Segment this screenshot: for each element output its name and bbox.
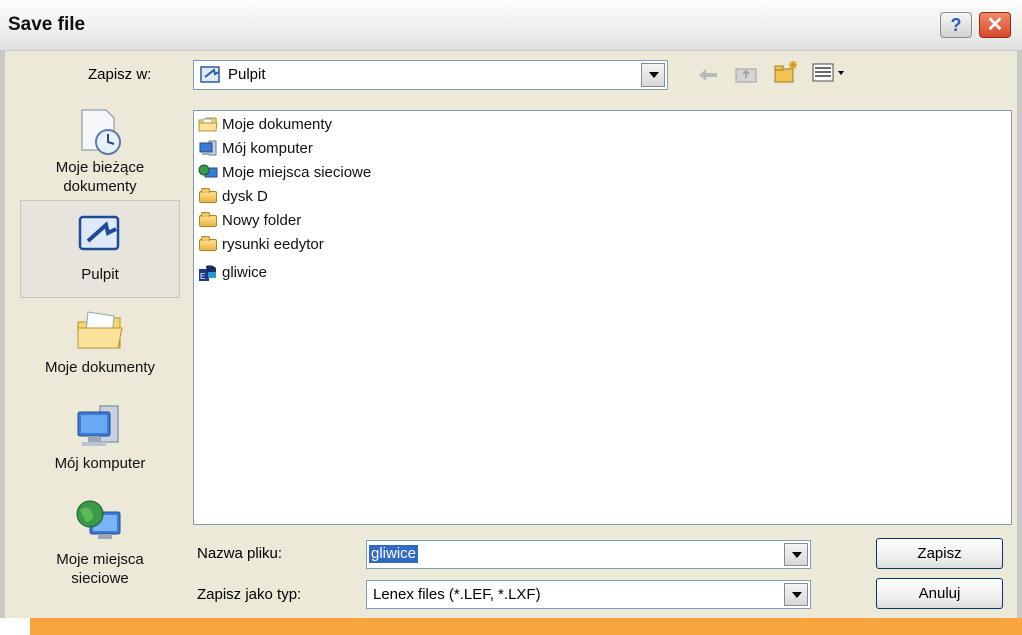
close-button[interactable]: ✕ bbox=[979, 12, 1011, 38]
new-folder-icon[interactable] bbox=[773, 60, 799, 84]
lenex-file-icon: E bbox=[198, 264, 218, 281]
place-network-places[interactable]: Moje miejsca sieciowe bbox=[20, 492, 180, 602]
filetype-dropdown-button[interactable] bbox=[784, 583, 808, 606]
list-item[interactable]: Mój komputer bbox=[198, 137, 313, 159]
save-in-dropdown[interactable]: Pulpit bbox=[193, 60, 668, 90]
list-item[interactable]: dysk D bbox=[198, 185, 268, 207]
network-places-icon bbox=[198, 164, 218, 180]
save-in-value: Pulpit bbox=[228, 66, 266, 83]
window-frame-right bbox=[1017, 50, 1022, 618]
dialog-title: Save file bbox=[8, 14, 86, 35]
recent-documents-icon bbox=[74, 106, 126, 158]
place-label: Mój komputer bbox=[54, 455, 146, 472]
place-label: dokumenty bbox=[63, 178, 137, 195]
desktop-icon bbox=[200, 66, 220, 83]
filetype-label: Zapisz jako typ: bbox=[197, 586, 302, 603]
file-list[interactable]: Moje dokumenty Mój komputer Moje miejsca… bbox=[193, 110, 1012, 525]
folder-icon bbox=[199, 212, 217, 227]
save-button[interactable]: Zapisz bbox=[876, 538, 1003, 569]
accent-bar bbox=[30, 618, 1022, 635]
my-documents-icon bbox=[198, 116, 218, 132]
folder-icon bbox=[199, 236, 217, 251]
help-button[interactable]: ? bbox=[940, 12, 972, 38]
place-desktop[interactable]: Pulpit bbox=[20, 200, 180, 298]
save-file-dialog: Save file ? ✕ Zapisz w: Pulpit Moje bież… bbox=[0, 0, 1022, 618]
file-name: Moje dokumenty bbox=[222, 115, 333, 133]
place-my-documents[interactable]: Moje dokumenty bbox=[20, 300, 180, 390]
file-name: gliwice bbox=[222, 263, 268, 281]
cancel-button[interactable]: Anuluj bbox=[876, 578, 1003, 609]
list-item[interactable]: Moje dokumenty bbox=[198, 113, 332, 135]
list-item[interactable]: Nowy folder bbox=[198, 209, 301, 231]
my-computer-icon bbox=[74, 402, 126, 454]
place-label: Pulpit bbox=[81, 266, 119, 283]
my-documents-icon bbox=[74, 306, 126, 358]
place-label: Moje miejsca bbox=[56, 551, 144, 568]
place-recent-documents[interactable]: Moje bieżące dokumenty bbox=[20, 100, 180, 200]
window-frame-left bbox=[0, 50, 5, 618]
network-places-icon bbox=[74, 498, 126, 550]
my-computer-icon bbox=[198, 140, 218, 156]
svg-text:E: E bbox=[200, 272, 205, 281]
filename-input[interactable]: gliwice bbox=[366, 540, 811, 569]
desktop-icon bbox=[74, 213, 126, 265]
place-my-computer[interactable]: Mój komputer bbox=[20, 398, 180, 486]
filetype-dropdown[interactable]: Lenex files (*.LEF, *.LXF) bbox=[366, 580, 811, 609]
filename-value: gliwice bbox=[369, 545, 419, 563]
file-name: dysk D bbox=[222, 187, 268, 205]
up-folder-icon[interactable] bbox=[735, 64, 759, 84]
list-item[interactable]: rysunki eedytor bbox=[198, 233, 324, 255]
filename-dropdown-button[interactable] bbox=[784, 543, 808, 566]
file-name: Mój komputer bbox=[222, 139, 313, 157]
file-name: rysunki eedytor bbox=[222, 235, 324, 253]
title-bar[interactable]: Save file ? ✕ bbox=[0, 0, 1022, 51]
place-label: sieciowe bbox=[71, 570, 129, 587]
filetype-value: Lenex files (*.LEF, *.LXF) bbox=[373, 586, 541, 603]
back-icon[interactable] bbox=[697, 66, 719, 84]
save-in-dropdown-button[interactable] bbox=[641, 63, 665, 87]
list-item[interactable]: E gliwice bbox=[198, 261, 267, 283]
file-name: Moje miejsca sieciowe bbox=[222, 163, 372, 181]
close-icon: ✕ bbox=[986, 14, 1004, 36]
help-icon: ? bbox=[950, 15, 962, 35]
folder-icon bbox=[199, 188, 217, 203]
places-bar: Moje bieżące dokumenty Pulpit Moje dokum… bbox=[20, 100, 180, 605]
place-label: Moje dokumenty bbox=[44, 359, 156, 376]
view-menu-icon[interactable] bbox=[812, 62, 848, 84]
save-in-label: Zapisz w: bbox=[88, 66, 152, 83]
filename-label: Nazwa pliku: bbox=[197, 545, 283, 562]
place-label: Moje bieżące bbox=[55, 159, 145, 176]
list-item[interactable]: Moje miejsca sieciowe bbox=[198, 161, 371, 183]
file-name: Nowy folder bbox=[222, 211, 302, 229]
